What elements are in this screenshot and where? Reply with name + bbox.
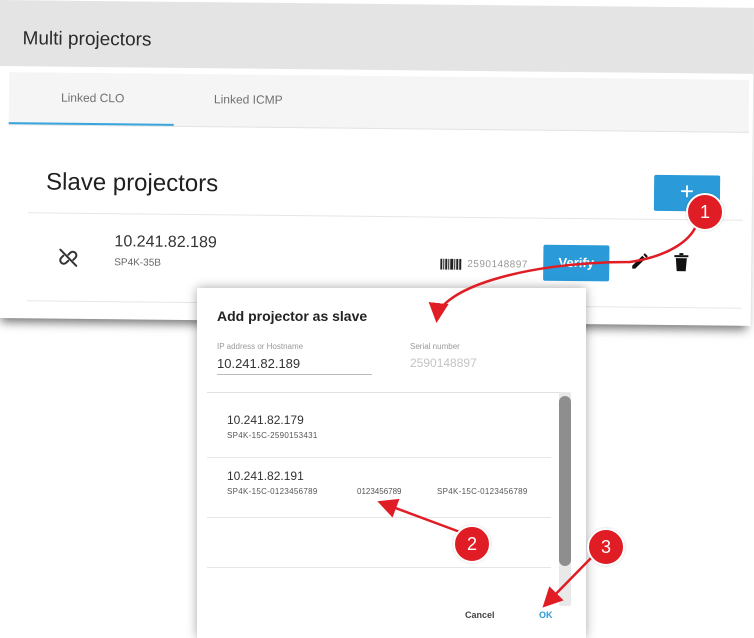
barcode-icon bbox=[440, 258, 462, 270]
unlink-icon bbox=[59, 248, 78, 267]
serial-input: 2590148897 bbox=[410, 356, 477, 370]
divider bbox=[27, 212, 743, 221]
list-item-serial: 0123456789 bbox=[357, 487, 402, 496]
verify-button[interactable]: Verify bbox=[543, 244, 610, 282]
edit-icon[interactable] bbox=[629, 252, 649, 272]
multi-projectors-panel: Multi projectors Linked CLO Linked ICMP … bbox=[0, 0, 754, 326]
tab-linked-icmp[interactable]: Linked ICMP bbox=[214, 92, 283, 107]
callout-1: 1 bbox=[686, 193, 724, 231]
cancel-button[interactable]: Cancel bbox=[465, 610, 495, 620]
active-tab-indicator bbox=[8, 122, 174, 126]
list-item-sub: SP4K-15C-0123456789 bbox=[227, 487, 318, 496]
callout-2: 2 bbox=[453, 525, 491, 563]
ok-button[interactable]: OK bbox=[539, 610, 553, 620]
trash-icon[interactable] bbox=[673, 252, 689, 272]
list-item-ip: 10.241.82.191 bbox=[227, 469, 304, 483]
add-slave-dialog: Add projector as slave IP address or Hos… bbox=[197, 288, 586, 638]
ip-input[interactable]: 10.241.82.189 bbox=[217, 356, 372, 375]
projector-ip: 10.241.82.189 bbox=[114, 233, 217, 252]
callout-3: 3 bbox=[587, 528, 625, 566]
dialog-title: Add projector as slave bbox=[217, 308, 368, 324]
panel-header: Multi projectors bbox=[0, 0, 754, 74]
tab-bar: Linked CLO Linked ICMP bbox=[8, 72, 750, 133]
projector-serial: 2590148897 bbox=[467, 258, 528, 271]
list-item-name: SP4K-15C-0123456789 bbox=[437, 487, 528, 496]
list-item[interactable]: 10.241.82.191 SP4K-15C-0123456789 012345… bbox=[207, 457, 551, 518]
projector-list: 10.241.82.179 SP4K-15C-2590153431 10.241… bbox=[207, 392, 569, 607]
scroll-thumb[interactable] bbox=[559, 396, 571, 566]
ip-field-label: IP address or Hostname bbox=[217, 342, 304, 351]
section-title: Slave projectors bbox=[45, 168, 219, 198]
tab-linked-clo[interactable]: Linked CLO bbox=[61, 91, 125, 106]
list-item-ip: 10.241.82.179 bbox=[227, 413, 304, 427]
list-item[interactable]: 10.241.82.179 SP4K-15C-2590153431 bbox=[207, 393, 551, 458]
list-item-sub: SP4K-15C-2590153431 bbox=[227, 431, 318, 440]
list-item[interactable] bbox=[207, 517, 551, 568]
list-scrollbar[interactable] bbox=[559, 392, 571, 606]
serial-field-label: Serial number bbox=[410, 342, 460, 351]
page-title: Multi projectors bbox=[22, 28, 152, 51]
projector-model: SP4K-35B bbox=[114, 257, 162, 269]
